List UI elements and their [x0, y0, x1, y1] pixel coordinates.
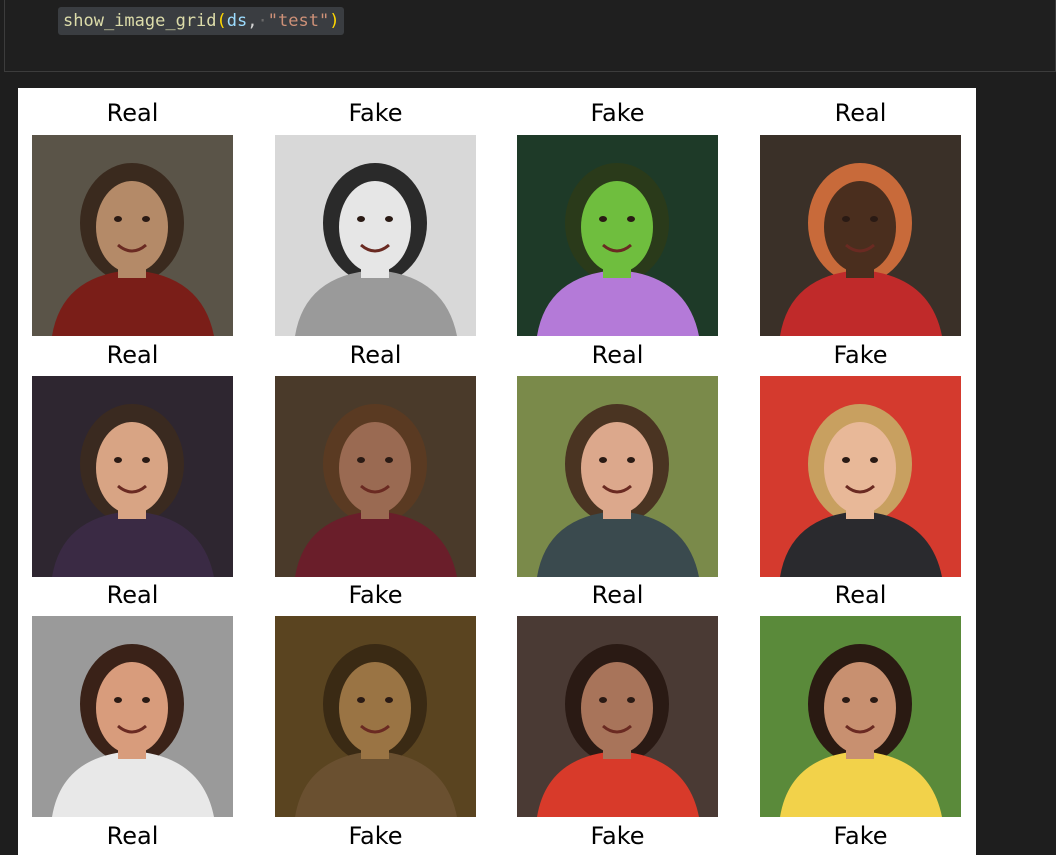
- code-cell[interactable]: show_image_grid(ds,·"test"): [4, 0, 1056, 72]
- graduate-photo: [32, 376, 233, 577]
- top-label-3: Fake: [590, 99, 645, 127]
- blonde-woman-red-photo: [760, 376, 961, 577]
- sepia-selfie-photo: [275, 616, 476, 817]
- image-label-r1c2: Real: [349, 341, 402, 369]
- image-label-r2c2: Fake: [348, 581, 403, 609]
- image-label-r1c1: Real: [106, 341, 159, 369]
- code-arg-split: "test": [267, 11, 330, 31]
- code-line[interactable]: show_image_grid(ds,·"test"): [58, 7, 345, 35]
- image-grid-output: Real Fake Fake Real Real Real Real Fake Real Fake…: [18, 88, 976, 855]
- image-label-r1c3: Real: [591, 341, 644, 369]
- woman-brown-photo: [275, 376, 476, 577]
- woman-autumn-photo: [517, 376, 718, 577]
- code-comma: ,: [247, 11, 258, 31]
- group-smiling-photo: [760, 135, 961, 336]
- code-function-name: show_image_grid: [63, 11, 217, 31]
- top-label-2: Fake: [348, 99, 403, 127]
- code-arg-dataset: ds: [226, 11, 248, 31]
- code-close-paren: ): [329, 11, 340, 31]
- image-label-r1c4: Fake: [833, 341, 888, 369]
- woman-smiling-photo: [32, 616, 233, 817]
- top-label-4: Real: [834, 99, 887, 127]
- image-label-r3c4: Fake: [833, 822, 888, 850]
- image-label-r3c3: Fake: [590, 822, 645, 850]
- child-striped-photo: [517, 616, 718, 817]
- top-label-1: Real: [106, 99, 159, 127]
- image-label-r2c1: Real: [106, 581, 159, 609]
- image-label-r3c2: Fake: [348, 822, 403, 850]
- two-boys-green-photo: [517, 135, 718, 336]
- woman-grayscale-photo: [275, 135, 476, 336]
- image-label-r2c3: Real: [591, 581, 644, 609]
- mother-daughter-photo: [760, 616, 961, 817]
- image-label-r2c4: Real: [834, 581, 887, 609]
- man-scarf-photo: [32, 135, 233, 336]
- code-whitespace-dot: ·: [257, 11, 268, 31]
- code-open-paren: (: [216, 11, 227, 31]
- image-label-r3c1: Real: [106, 822, 159, 850]
